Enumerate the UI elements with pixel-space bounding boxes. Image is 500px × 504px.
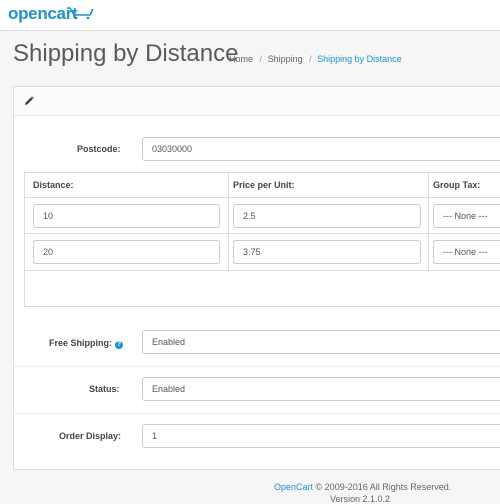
page-title: Shipping by Distance	[13, 40, 239, 67]
order-display-input[interactable]: 1	[142, 424, 500, 448]
column-divider	[228, 173, 229, 270]
pencil-icon	[24, 96, 34, 108]
price-input[interactable]: 2.5	[233, 204, 421, 228]
question-circle-icon[interactable]: ?	[115, 341, 123, 349]
breadcrumb-separator: /	[309, 54, 312, 64]
status-label: Status:	[89, 384, 120, 394]
breadcrumb-current[interactable]: Shipping by Distance	[317, 54, 402, 64]
price-header: Price per Unit:	[233, 180, 295, 190]
distance-input[interactable]: 10	[33, 204, 220, 228]
footer-copyright-line: OpenCart © 2009-2016 All Rights Reserved…	[274, 482, 451, 492]
form-divider	[14, 366, 500, 367]
row-divider	[25, 270, 500, 271]
group-tax-select[interactable]: --- None ---	[433, 240, 500, 264]
rates-table: Distance: Price per Unit: Group Tax: 10 …	[24, 172, 500, 307]
distance-input[interactable]: 20	[33, 240, 220, 264]
price-input[interactable]: 3.75	[233, 240, 421, 264]
opencart-link[interactable]: OpenCart	[274, 482, 313, 492]
top-navbar: opencart	[0, 0, 500, 31]
postcode-input[interactable]: 03030000	[142, 137, 500, 161]
column-divider	[428, 173, 429, 270]
distance-header: Distance:	[33, 180, 74, 190]
panel-heading	[14, 87, 500, 116]
free-shipping-text: Free Shipping:	[49, 338, 112, 348]
cart-icon	[66, 6, 94, 22]
breadcrumb-separator: /	[259, 54, 263, 64]
breadcrumb: Home / Shipping / Shipping by Distance	[229, 54, 402, 64]
breadcrumb-home[interactable]: Home	[229, 54, 253, 64]
group-tax-header: Group Tax:	[433, 180, 481, 190]
free-shipping-label: Free Shipping:?	[49, 338, 123, 349]
status-select[interactable]: Enabled	[142, 377, 500, 401]
version-text: Version 2.1.0.2	[330, 494, 391, 504]
breadcrumb-shipping[interactable]: Shipping	[268, 54, 303, 64]
form-divider	[14, 413, 500, 414]
settings-panel: Postcode: 03030000 Distance: Price per U…	[13, 86, 500, 470]
group-tax-select[interactable]: --- None ---	[433, 204, 500, 228]
row-divider	[25, 233, 500, 234]
free-shipping-select[interactable]: Enabled	[142, 330, 500, 354]
postcode-label: Postcode:	[77, 144, 121, 154]
copyright-text: © 2009-2016 All Rights Reserved.	[315, 482, 452, 492]
order-display-label: Order Display:	[59, 431, 122, 441]
